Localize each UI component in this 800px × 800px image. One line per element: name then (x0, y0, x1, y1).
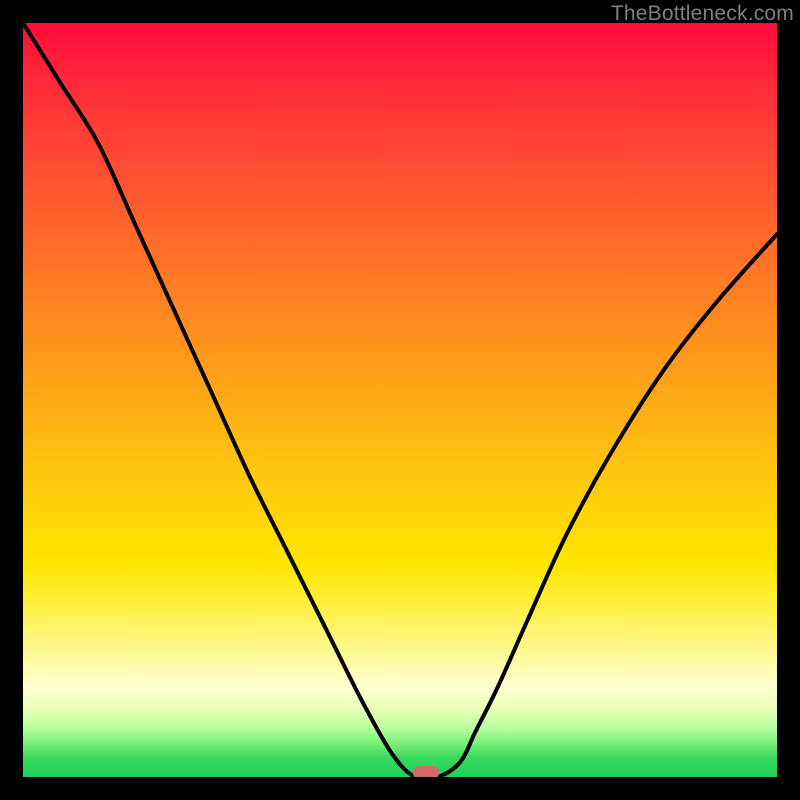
curve-layer (23, 23, 777, 777)
chart-container: TheBottleneck.com (0, 0, 800, 800)
plot-area (23, 23, 777, 777)
bottleneck-curve (23, 23, 777, 777)
optimum-marker (413, 766, 439, 777)
watermark-text: TheBottleneck.com (611, 2, 794, 26)
